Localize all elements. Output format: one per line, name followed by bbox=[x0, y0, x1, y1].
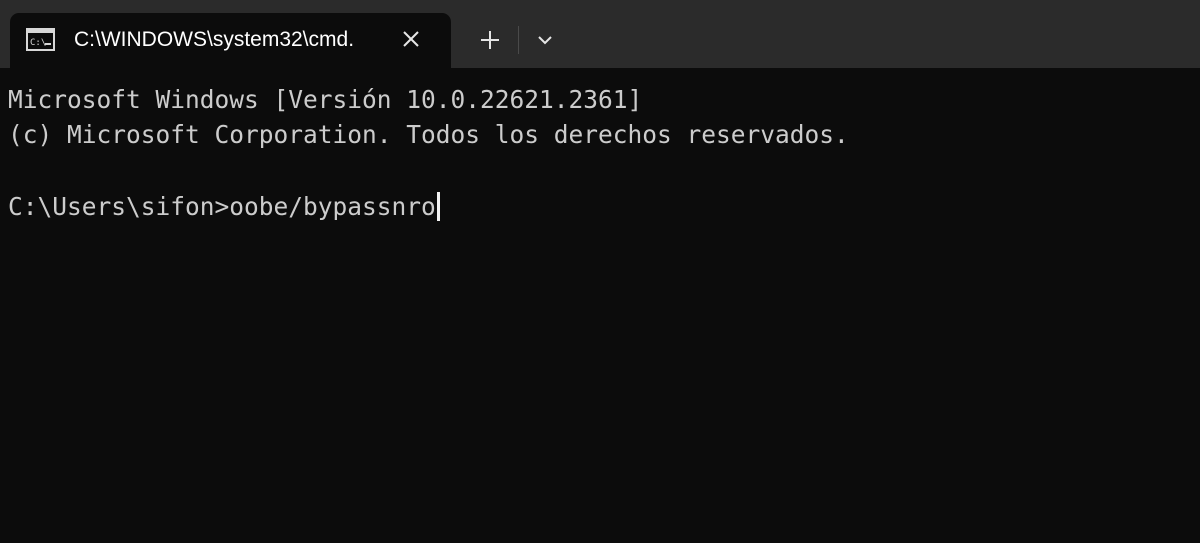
tab-divider bbox=[518, 26, 519, 54]
tab-dropdown-button[interactable] bbox=[526, 26, 564, 54]
copyright-line: (c) Microsoft Corporation. Todos los der… bbox=[8, 120, 849, 149]
text-cursor bbox=[436, 192, 440, 221]
command-prompt-icon: C:\ bbox=[26, 28, 55, 51]
version-line: Microsoft Windows [Versión 10.0.22621.23… bbox=[8, 85, 643, 114]
tab-bar: C:\ C:\WINDOWS\system32\cmd. bbox=[0, 0, 1200, 68]
close-icon[interactable] bbox=[400, 28, 422, 50]
console-output[interactable]: Microsoft Windows [Versión 10.0.22621.23… bbox=[0, 68, 1200, 543]
tab-title: C:\WINDOWS\system32\cmd. bbox=[74, 28, 355, 51]
new-tab-button[interactable] bbox=[466, 24, 514, 56]
plus-icon bbox=[481, 31, 499, 49]
tab-cmd[interactable]: C:\ C:\WINDOWS\system32\cmd. bbox=[10, 13, 451, 68]
command-input[interactable]: oobe/bypassnro bbox=[229, 192, 436, 221]
chevron-down-icon bbox=[538, 36, 552, 45]
command-line[interactable]: C:\Users\sifon>oobe/bypassnro bbox=[8, 192, 440, 222]
terminal-window: C:\ C:\WINDOWS\system32\cmd. Microsoft W… bbox=[0, 0, 1200, 543]
svg-text:C:\: C:\ bbox=[30, 38, 46, 48]
prompt-text: C:\Users\sifon> bbox=[8, 192, 230, 221]
